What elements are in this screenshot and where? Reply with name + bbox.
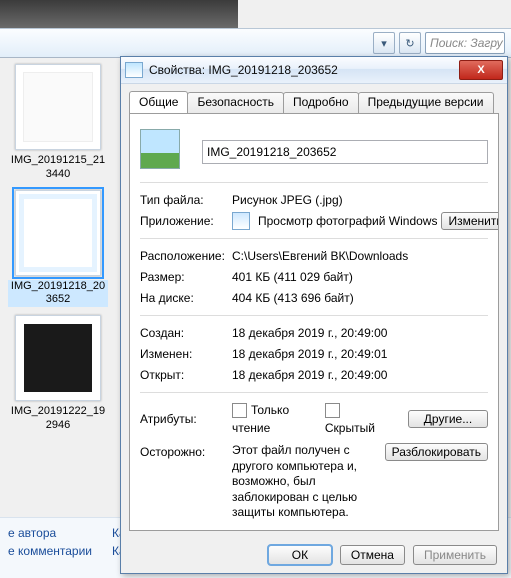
file-thumbnails: IMG_20191215_213440 IMG_20191218_203652 …	[4, 56, 112, 435]
filetype-value: Рисунок JPEG (.jpg)	[232, 191, 488, 209]
close-button[interactable]: X	[459, 60, 503, 80]
author-link[interactable]: е автора	[8, 524, 92, 542]
accessed-value: 18 декабря 2019 г., 20:49:00	[232, 366, 488, 384]
comments-link[interactable]: е комментарии	[8, 542, 92, 560]
file-item[interactable]: IMG_20191218_203652	[6, 190, 110, 308]
preview-icon	[140, 129, 180, 169]
file-item[interactable]: IMG_20191215_213440	[6, 64, 110, 182]
file-label: IMG_20191215_213440	[8, 154, 108, 182]
label: Изменен:	[140, 345, 232, 363]
filename-input[interactable]	[202, 140, 488, 164]
window-frame-top	[0, 0, 238, 29]
ondisk-value: 404 КБ (413 696 байт)	[232, 289, 488, 307]
dialog-button-row: ОК Отмена Применить	[268, 545, 497, 565]
size-value: 401 КБ (411 029 байт)	[232, 268, 488, 286]
tab-strip: Общие Безопасность Подробно Предыдущие в…	[129, 91, 499, 113]
hidden-checkbox[interactable]: Скрытый	[325, 401, 380, 437]
label: Атрибуты:	[140, 410, 232, 428]
location-value: C:\Users\Евгений ВК\Downloads	[232, 247, 488, 265]
file-icon	[125, 62, 143, 78]
tab-security[interactable]: Безопасность	[187, 92, 284, 114]
label: Расположение:	[140, 247, 232, 265]
apply-button[interactable]: Применить	[413, 545, 497, 565]
readonly-checkbox[interactable]: Только чтение	[232, 401, 311, 437]
tab-general[interactable]: Общие	[129, 91, 188, 113]
label: Размер:	[140, 268, 232, 286]
label: Тип файла:	[140, 191, 232, 209]
cancel-button[interactable]: Отмена	[340, 545, 405, 565]
tab-previous-versions[interactable]: Предыдущие версии	[358, 92, 494, 114]
file-label: IMG_20191218_203652	[8, 280, 108, 308]
explorer-toolbar: ▾ ↻ Поиск: Загру	[0, 28, 511, 58]
label: Приложение:	[140, 212, 232, 230]
ok-button[interactable]: ОК	[268, 545, 332, 565]
app-icon	[232, 212, 250, 230]
file-label: IMG_20191222_192946	[8, 405, 108, 433]
properties-dialog: Свойства: IMG_20191218_203652 X Общие Бе…	[120, 56, 508, 574]
advanced-attributes-button[interactable]: Другие...	[408, 410, 488, 428]
search-input[interactable]: Поиск: Загру	[425, 32, 505, 54]
label: Открыт:	[140, 366, 232, 384]
dialog-title: Свойства: IMG_20191218_203652	[149, 63, 503, 77]
modified-value: 18 декабря 2019 г., 20:49:01	[232, 345, 488, 363]
label: Создан:	[140, 324, 232, 342]
tab-panel-general: Тип файла:Рисунок JPEG (.jpg) Приложение…	[129, 113, 499, 531]
created-value: 18 декабря 2019 г., 20:49:00	[232, 324, 488, 342]
app-value: Просмотр фотографий Windows	[258, 212, 437, 230]
label: На диске:	[140, 289, 232, 307]
toolbar-dropdown-button[interactable]: ▾	[373, 32, 395, 54]
label: Осторожно:	[140, 443, 232, 521]
tab-details[interactable]: Подробно	[283, 92, 359, 114]
unblock-button[interactable]: Разблокировать	[385, 443, 488, 461]
change-app-button[interactable]: Изменить...	[441, 212, 499, 230]
security-warning: Этот файл получен с другого компьютера и…	[232, 443, 379, 521]
file-item[interactable]: IMG_20191222_192946	[6, 315, 110, 433]
titlebar[interactable]: Свойства: IMG_20191218_203652 X	[121, 57, 507, 84]
refresh-button[interactable]: ↻	[399, 32, 421, 54]
